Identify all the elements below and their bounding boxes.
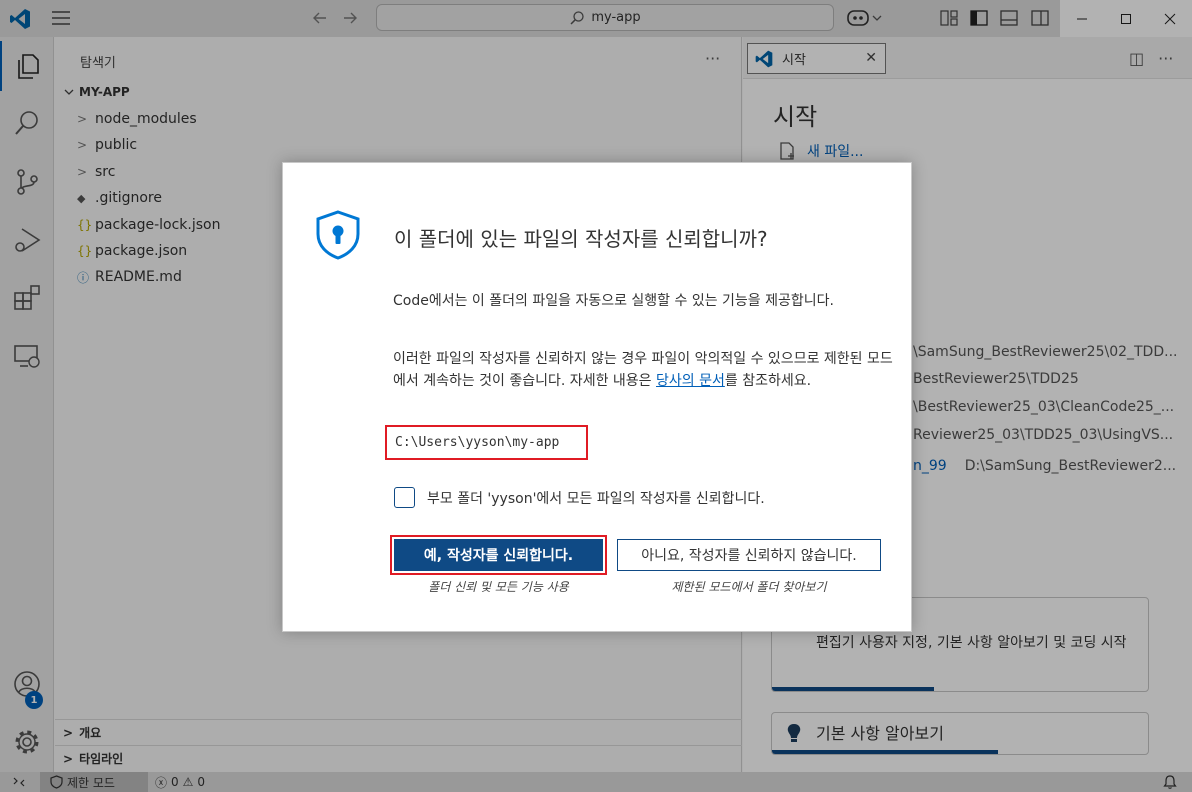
dialog-title: 이 폴더에 있는 파일의 작성자를 신뢰합니까?	[394, 227, 768, 251]
folder-path: C:\Users\yyson\my-app	[385, 425, 588, 460]
dialog-paragraph-1: Code에서는 이 폴더의 파일을 자동으로 실행할 수 있는 기능을 제공합니…	[393, 293, 834, 309]
dialog-paragraph-2: 이러한 파일의 작성자를 신뢰하지 않는 경우 파일이 악의적일 수 있으므로 …	[393, 351, 893, 389]
trust-no-button[interactable]: 아니요, 작성자를 신뢰하지 않습니다.	[617, 539, 881, 571]
trust-parent-checkbox[interactable]	[394, 487, 415, 508]
trust-no-caption: 제한된 모드에서 폴더 찾아보기	[671, 580, 827, 594]
trust-parent-label: 부모 폴더 'yyson'에서 모든 파일의 작성자를 신뢰합니다.	[427, 490, 765, 507]
trust-yes-button[interactable]: 예, 작성자를 신뢰합니다.	[394, 539, 603, 571]
trust-yes-caption: 폴더 신뢰 및 모든 기능 사용	[428, 580, 569, 594]
trust-button-highlight: 예, 작성자를 신뢰합니다.	[390, 535, 607, 575]
workspace-trust-dialog: 이 폴더에 있는 파일의 작성자를 신뢰합니까? Code에서는 이 폴더의 파…	[282, 162, 912, 632]
trust-parent-option[interactable]: 부모 폴더 'yyson'에서 모든 파일의 작성자를 신뢰합니다.	[394, 487, 765, 508]
docs-link[interactable]: 당사의 문서	[656, 373, 725, 389]
shield-lock-icon	[316, 210, 360, 260]
